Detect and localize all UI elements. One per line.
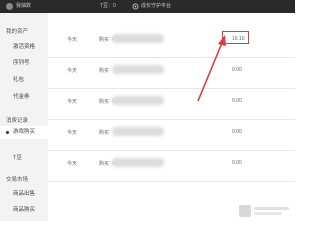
row-amount: 0.00 — [232, 67, 242, 73]
table-row: 今天 购买（ 0.00 — [48, 151, 295, 182]
row-date: 今天 — [67, 37, 78, 43]
redacted-game-name — [112, 34, 164, 43]
sidebar-section-market: 交易市场 — [6, 177, 29, 183]
username[interactable]: 我抽数 — [16, 3, 31, 10]
sidebar-item-gift[interactable]: 礼包 — [13, 75, 24, 83]
row-date: 今天 — [67, 99, 78, 105]
guardian-platform-link[interactable]: 成长守护平台 — [141, 3, 171, 10]
sidebar-item-buy[interactable]: 商品购买 — [13, 205, 35, 213]
table-row: 今天 购买（ 16.10 — [48, 27, 295, 58]
sidebar-section-consumption: 消费记录 — [6, 118, 29, 124]
active-dot-icon — [6, 131, 9, 134]
sidebar-item-label: 游戏购买 — [13, 129, 36, 135]
row-amount: 0.00 — [232, 98, 242, 104]
watermark-logo — [239, 205, 289, 217]
redacted-game-name — [112, 127, 164, 136]
row-amount: 0.00 — [232, 129, 242, 135]
sidebar-item-sell[interactable]: 商品出售 — [13, 189, 35, 197]
row-date: 今天 — [67, 161, 78, 167]
purchase-records-page: 我抽数 T豆：0 成长守护平台 我的资产 激活资格 序列号 礼包 代金券 消费记… — [0, 0, 295, 221]
row-type: 购买 — [99, 68, 110, 74]
row-amount: 0.00 — [232, 160, 242, 166]
row-date: 今天 — [67, 130, 78, 136]
gear-icon — [132, 3, 139, 10]
sidebar-item-serial[interactable]: 序列号 — [13, 58, 30, 66]
row-date: 今天 — [67, 68, 78, 74]
sidebar-item-game-purchase[interactable]: 游戏购买 — [0, 126, 48, 139]
balance-label: T豆：0 — [100, 3, 116, 9]
sidebar-section-assets: 我的资产 — [6, 29, 29, 35]
redacted-game-name — [112, 96, 164, 105]
table-row: 今天 购买 0.00 — [48, 58, 295, 89]
redacted-game-name — [112, 158, 164, 167]
sidebar-item-tdou[interactable]: T豆 — [13, 153, 22, 161]
table-row: 今天 购买 0.00 — [48, 120, 295, 151]
avatar[interactable] — [6, 3, 13, 10]
sidebar-item-voucher[interactable]: 代金券 — [13, 92, 30, 100]
sidebar: 我的资产 激活资格 序列号 礼包 代金券 消费记录 游戏购买 T豆 交易市场 商… — [0, 13, 48, 221]
table-row: 今天 购买（ 0.00 — [48, 89, 295, 120]
redacted-game-name — [112, 65, 164, 74]
row-amount: 16.10 — [232, 36, 245, 42]
sidebar-item-activation[interactable]: 激活资格 — [13, 42, 35, 50]
row-type: 购买 — [99, 130, 110, 136]
top-bar: 我抽数 T豆：0 成长守护平台 — [0, 0, 295, 13]
